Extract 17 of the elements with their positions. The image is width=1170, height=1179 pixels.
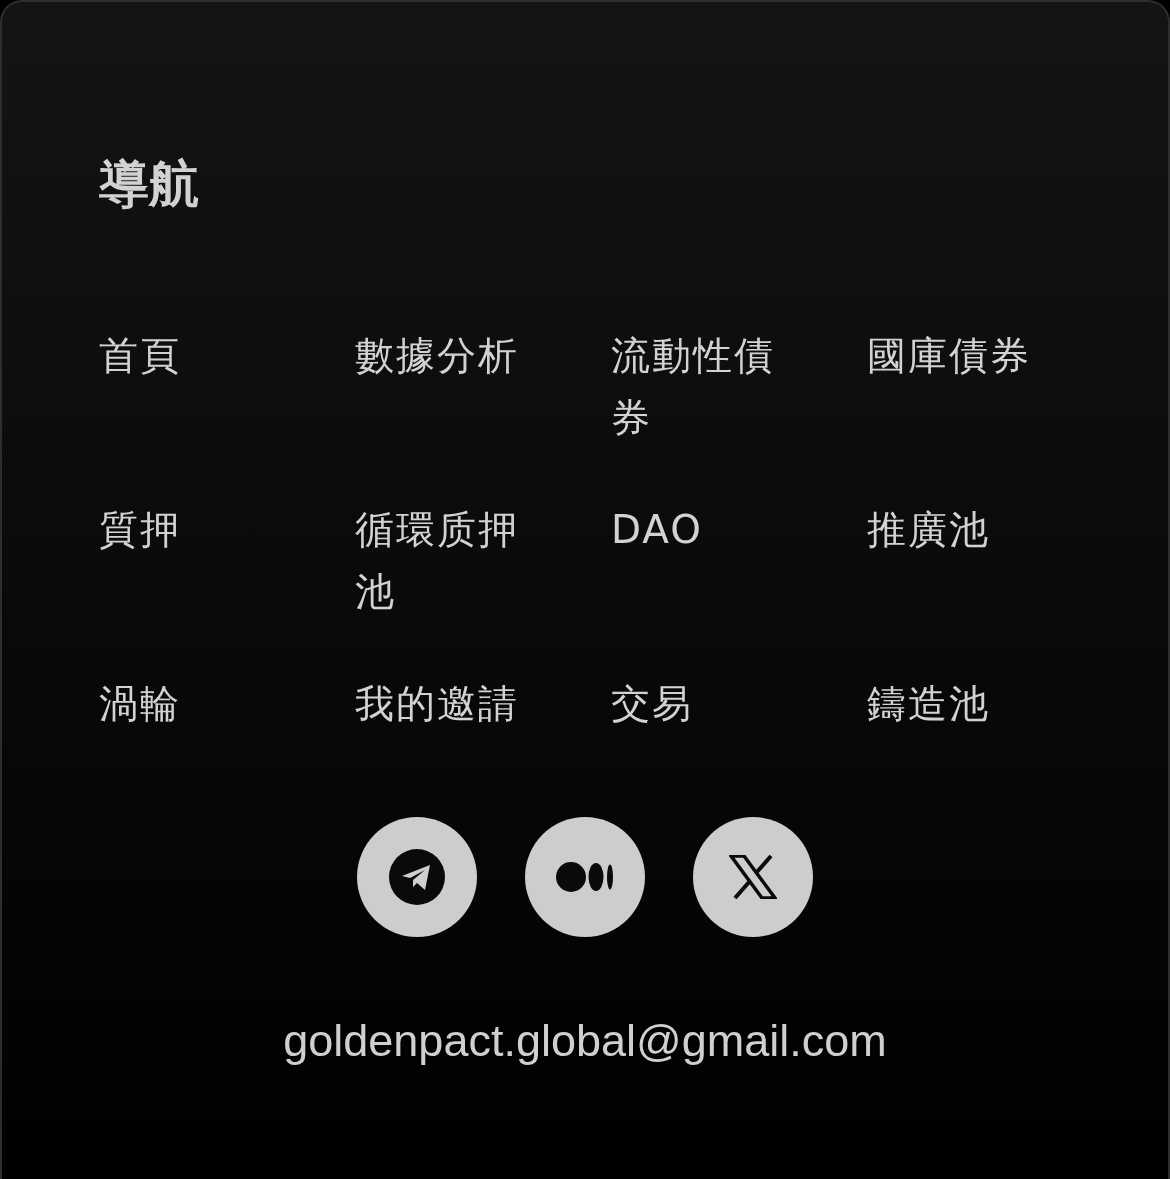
cross-logo-icon	[729, 855, 777, 899]
nav-link[interactable]: 數據分析	[355, 325, 519, 387]
nav-link[interactable]: 我的邀請	[355, 673, 519, 735]
email-address: goldenpact.global@gmail.com	[282, 1014, 888, 1068]
nav-link[interactable]: DAO	[611, 499, 704, 561]
section-title: 導航	[99, 154, 200, 214]
nav-link[interactable]: 渦輪	[99, 673, 181, 735]
nav-link[interactable]: 推廣池	[867, 499, 990, 561]
nav-link[interactable]: 首頁	[99, 325, 181, 387]
nav-link[interactable]: 流動性債券	[611, 325, 797, 449]
nav-link[interactable]: 國庫債券	[867, 325, 1031, 387]
ellipses-icon	[556, 862, 614, 892]
nav-link[interactable]: 循環质押池	[355, 499, 541, 623]
nav-link[interactable]: 質押	[99, 499, 181, 561]
nav-link[interactable]: 交易	[611, 673, 693, 735]
paper-plane-icon	[389, 849, 445, 905]
nav-link[interactable]: 鑄造池	[867, 673, 990, 735]
